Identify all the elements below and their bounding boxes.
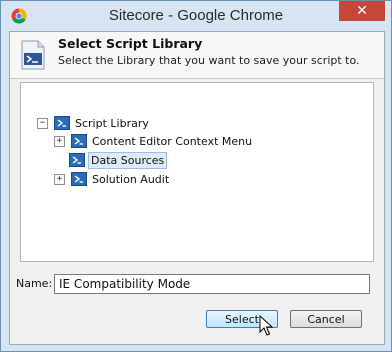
- dialog-body: Select Script Library Select the Library…: [9, 31, 385, 345]
- mouse-cursor-icon: [259, 315, 273, 336]
- library-tree[interactable]: − Script Library + Content Editor Contex…: [20, 82, 374, 262]
- collapse-icon[interactable]: −: [37, 117, 48, 129]
- expand-icon[interactable]: +: [54, 135, 65, 147]
- tree-node-script-library[interactable]: − Script Library: [37, 115, 151, 131]
- powershell-icon: [69, 153, 85, 167]
- powershell-icon: [71, 134, 87, 148]
- name-label: Name:: [16, 277, 53, 290]
- tree-node-label: Script Library: [75, 116, 149, 130]
- tree-node-content-editor-context-menu[interactable]: + Content Editor Context Menu: [54, 133, 254, 149]
- name-input[interactable]: [54, 274, 370, 294]
- cancel-button[interactable]: Cancel: [290, 310, 362, 328]
- dialog-header: Select Script Library Select the Library…: [10, 32, 384, 79]
- script-library-icon: [21, 40, 45, 70]
- tree-node-data-sources[interactable]: Data Sources: [69, 151, 168, 169]
- window-title: Sitecore - Google Chrome: [108, 7, 284, 24]
- powershell-icon: [71, 172, 87, 186]
- tree-node-label: Solution Audit: [92, 172, 170, 186]
- tree-node-label: Data Sources: [88, 151, 168, 169]
- title-bar[interactable]: Sitecore - Google Chrome ✕: [1, 1, 391, 29]
- close-button[interactable]: ✕: [339, 1, 385, 21]
- powershell-icon: [54, 116, 70, 130]
- expand-icon[interactable]: +: [54, 173, 65, 185]
- name-row: Name:: [16, 274, 376, 294]
- dialog-title: Select Script Library: [58, 36, 203, 51]
- tree-node-solution-audit[interactable]: + Solution Audit: [54, 171, 171, 187]
- chrome-window: Sitecore - Google Chrome ✕ Select Script…: [0, 0, 392, 352]
- dialog-subtitle: Select the Library that you want to save…: [58, 54, 360, 67]
- tree-node-label: Content Editor Context Menu: [92, 134, 253, 148]
